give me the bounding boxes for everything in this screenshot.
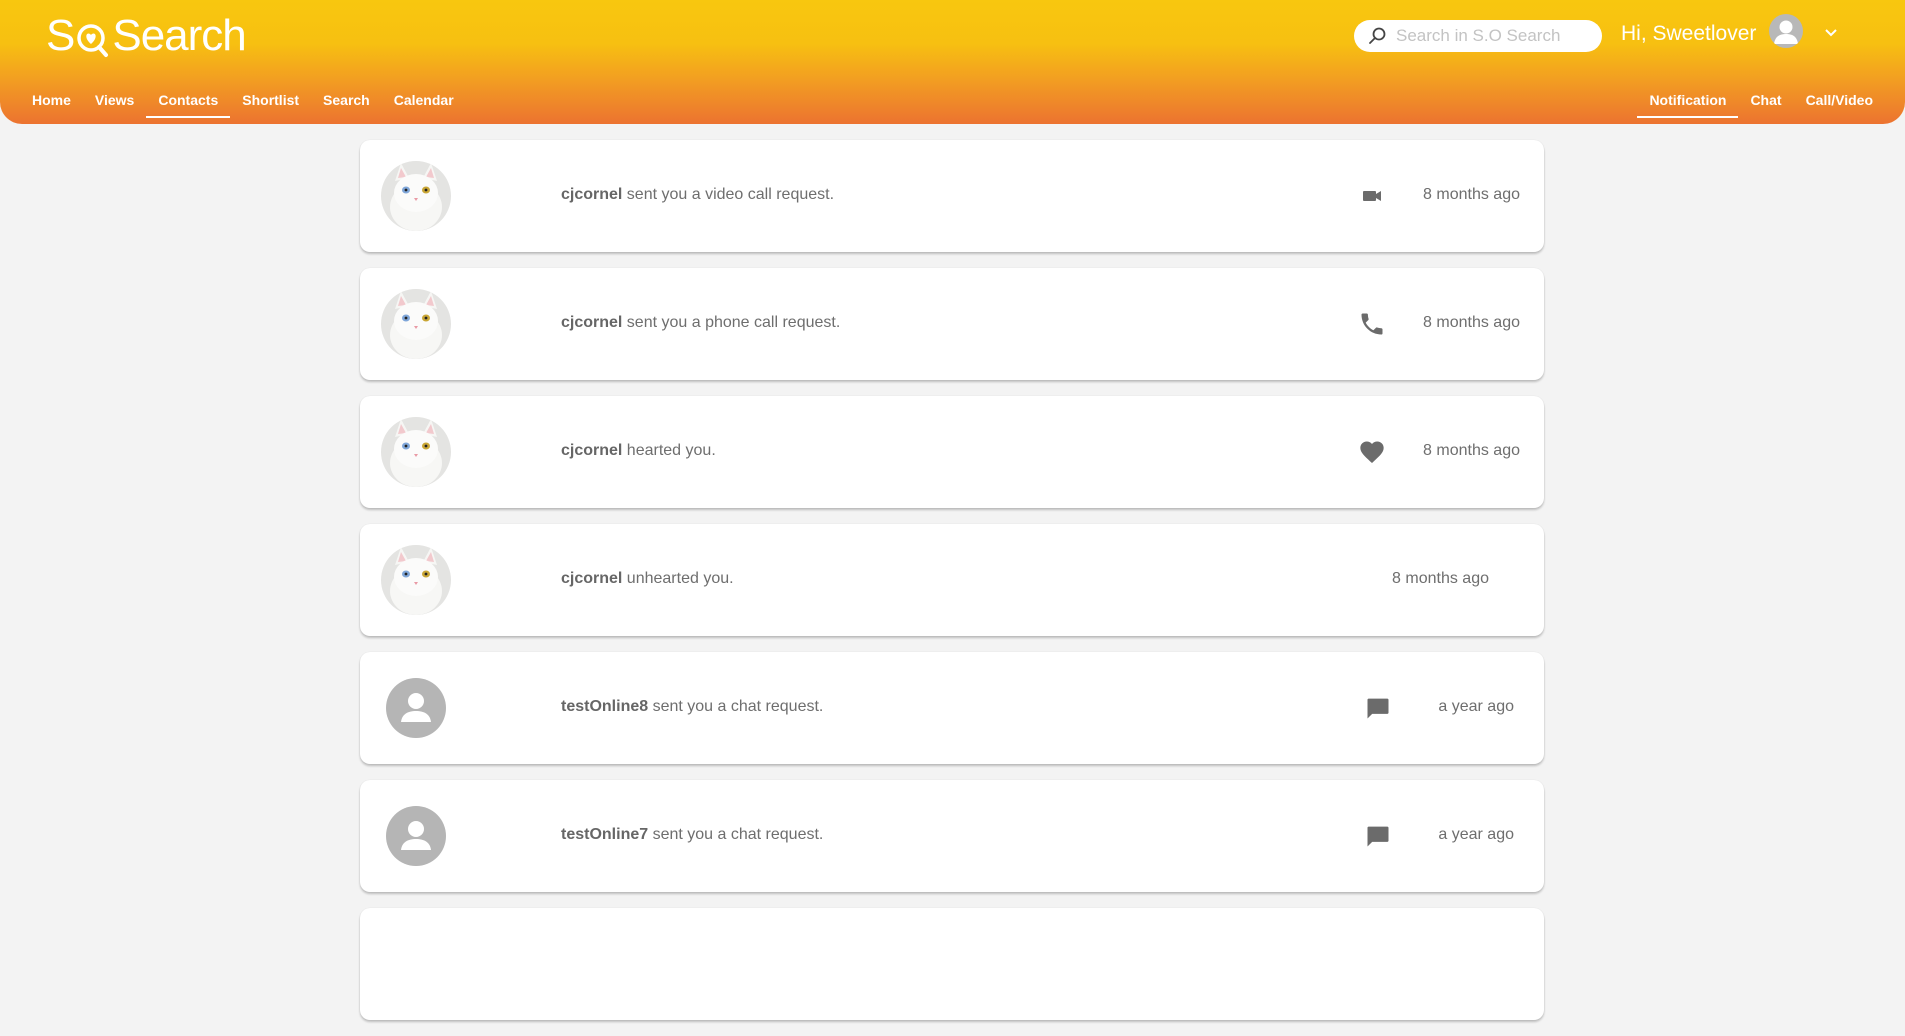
notification-card[interactable]: cjcornel hearted you. 8 months ago	[360, 396, 1544, 508]
default-user-avatar[interactable]	[381, 673, 451, 743]
search-bar[interactable]	[1354, 20, 1602, 52]
notification-card[interactable]: cjcornel unhearted you. 8 months ago	[360, 524, 1544, 636]
notification-username[interactable]: testOnline7	[561, 826, 648, 843]
cat-avatar[interactable]	[381, 417, 451, 487]
notification-time: 8 months ago	[1423, 442, 1520, 459]
subnav-notification[interactable]: Notification	[1637, 88, 1739, 118]
cat-avatar[interactable]	[381, 545, 451, 615]
cat-avatar[interactable]	[381, 161, 451, 231]
logo-heart-magnifier-icon	[75, 18, 111, 57]
notification-card[interactable]: testOnline8 sent you a chat request. a y…	[360, 652, 1544, 764]
notification-username[interactable]: cjcornel	[561, 442, 622, 459]
nav-calendar[interactable]: Calendar	[382, 88, 466, 116]
notification-card[interactable]	[360, 908, 1544, 1020]
notification-username[interactable]: cjcornel	[561, 314, 622, 331]
sosearch-logo[interactable]: S Search	[46, 10, 247, 62]
nav-contacts[interactable]: Contacts	[146, 88, 231, 118]
notification-list: cjcornel sent you a video call request. …	[360, 140, 1544, 1036]
subnav-chat[interactable]: Chat	[1738, 88, 1793, 116]
nav-views[interactable]: Views	[83, 88, 146, 116]
contacts-subnav: Notification Chat Call/Video	[1637, 88, 1885, 118]
user-silhouette-icon	[1774, 20, 1798, 44]
notification-username[interactable]: cjcornel	[561, 186, 622, 203]
notification-message: cjcornel sent you a phone call request.	[561, 314, 841, 331]
notification-card[interactable]: testOnline7 sent you a chat request. a y…	[360, 780, 1544, 892]
nav-home[interactable]: Home	[20, 88, 83, 116]
notification-username[interactable]: cjcornel	[561, 570, 622, 587]
notification-card[interactable]: cjcornel sent you a video call request. …	[360, 140, 1544, 252]
notification-time: 8 months ago	[1423, 314, 1520, 331]
heart-icon	[1360, 441, 1384, 463]
notification-time: 8 months ago	[1392, 570, 1489, 587]
notification-message: testOnline7 sent you a chat request.	[561, 826, 824, 843]
logo-text-right: Search	[112, 11, 246, 60]
notification-message: cjcornel unhearted you.	[561, 570, 734, 587]
nav-shortlist[interactable]: Shortlist	[230, 88, 311, 116]
main-nav: Home Views Contacts Shortlist Search Cal…	[20, 88, 466, 118]
chevron-down-icon[interactable]	[1822, 26, 1840, 40]
video-camera-icon	[1363, 191, 1381, 201]
chat-bubble-icon	[1367, 698, 1389, 719]
default-user-avatar[interactable]	[381, 801, 451, 871]
search-icon	[1369, 27, 1386, 44]
phone-icon	[1361, 313, 1383, 335]
logo-text-left: S	[46, 11, 75, 60]
notification-message: testOnline8 sent you a chat request.	[561, 698, 824, 715]
user-greeting: Hi, Sweetlover	[1621, 22, 1757, 45]
cat-avatar[interactable]	[381, 289, 451, 359]
search-input[interactable]	[1394, 25, 1598, 47]
notification-card[interactable]: cjcornel sent you a phone call request. …	[360, 268, 1544, 380]
notification-message: cjcornel sent you a video call request.	[561, 186, 835, 203]
nav-search[interactable]: Search	[311, 88, 382, 116]
notification-time: 8 months ago	[1423, 186, 1520, 203]
top-header: S Search Hi, Sweetlover Home Views Conta…	[0, 0, 1905, 124]
chat-bubble-icon	[1367, 826, 1389, 847]
subnav-call-video[interactable]: Call/Video	[1794, 88, 1885, 116]
notification-message: cjcornel hearted you.	[561, 442, 716, 459]
notification-time: a year ago	[1438, 826, 1514, 843]
notification-time: a year ago	[1438, 698, 1514, 715]
user-avatar[interactable]	[1769, 14, 1803, 48]
notification-username[interactable]: testOnline8	[561, 698, 648, 715]
